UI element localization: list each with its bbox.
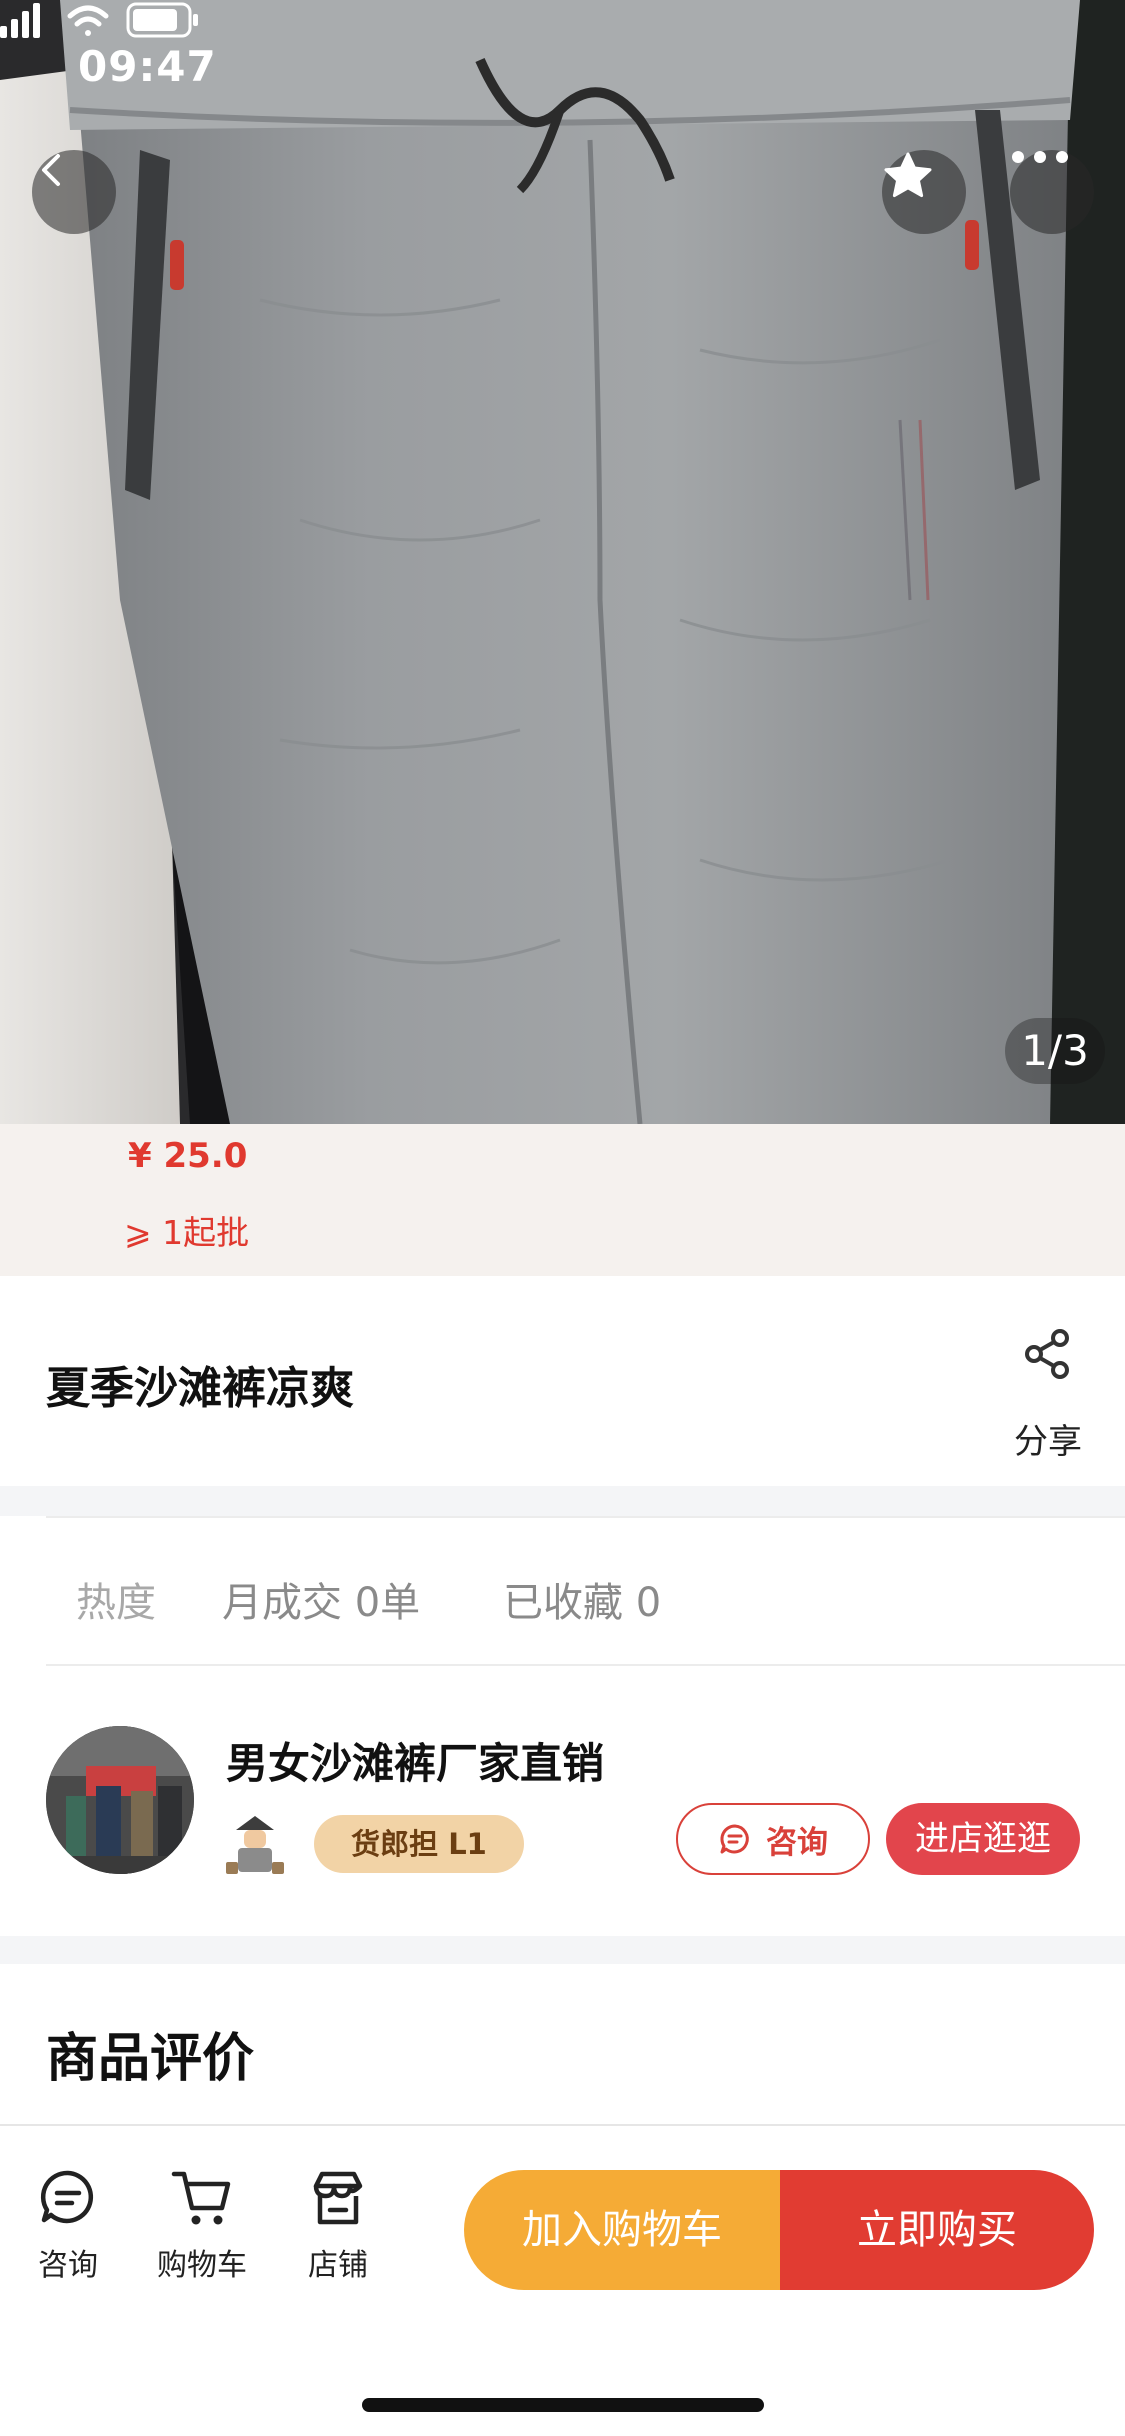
chat-icon — [40, 2170, 94, 2224]
back-icon — [42, 154, 60, 186]
min-order: ⩾ 1起批 — [124, 1213, 250, 1252]
enter-shop-button[interactable]: 进店逛逛 — [886, 1803, 1080, 1875]
divider — [46, 1516, 1125, 1518]
merchant-level-badge: 货郎担 L1 — [314, 1815, 524, 1873]
bottom-consult-button[interactable]: 咨询 — [8, 2168, 128, 2284]
chat-icon — [720, 1824, 749, 1854]
shop-consult-button[interactable]: 咨询 — [676, 1803, 870, 1875]
stat-monthly-deals: 月成交 0单 — [222, 1580, 421, 1626]
product-image[interactable]: 09:47 1/3 — [0, 0, 1125, 1124]
section-gap — [0, 1936, 1125, 1964]
shop-avatar[interactable] — [46, 1726, 194, 1874]
price: ¥ 25.0 — [128, 1136, 248, 1176]
add-to-cart-button[interactable]: 加入购物车 — [464, 2170, 780, 2290]
buy-now-button[interactable]: 立即购买 — [780, 2170, 1094, 2290]
share-label: 分享 — [1014, 1422, 1082, 1462]
cart-icon — [171, 2171, 231, 2225]
bottom-cart-label: 购物车 — [157, 2248, 247, 2283]
share-icon — [1025, 1329, 1069, 1379]
status-icons — [0, 2, 198, 38]
shop-photo — [46, 1726, 194, 1874]
bottom-shop-button[interactable]: 店铺 — [278, 2168, 398, 2284]
store-icon — [313, 2171, 363, 2225]
favorite-button[interactable] — [882, 150, 966, 234]
battery-icon — [126, 2, 198, 38]
merchant-level-icon — [226, 1816, 284, 1874]
star-icon — [884, 152, 932, 198]
stat-favorites: 已收藏 0 — [503, 1580, 662, 1626]
status-time: 09:47 — [78, 42, 217, 91]
home-indicator[interactable] — [362, 2398, 764, 2412]
more-button[interactable] — [1010, 150, 1094, 234]
product-title: 夏季沙滩裤凉爽 — [46, 1363, 354, 1414]
section-gap — [0, 1486, 1125, 1516]
bottom-cart-button[interactable]: 购物车 — [142, 2168, 262, 2284]
more-icon — [1012, 151, 1068, 163]
status-bar: 09:47 — [0, 0, 1125, 132]
reviews-title: 商品评价 — [46, 2029, 255, 2089]
shop-name: 男女沙滩裤厂家直销 — [226, 1739, 605, 1788]
share-button[interactable]: 分享 — [1000, 1318, 1096, 1462]
wifi-icon — [67, 5, 109, 36]
signal-icon — [0, 3, 40, 38]
back-button[interactable] — [32, 150, 116, 234]
bottom-shop-label: 店铺 — [308, 2248, 368, 2283]
stat-heat: 热度 — [76, 1580, 156, 1626]
bottom-consult-label: 咨询 — [38, 2248, 98, 2283]
shop-consult-label: 咨询 — [766, 1824, 828, 1861]
image-counter: 1/3 — [1005, 1018, 1105, 1084]
